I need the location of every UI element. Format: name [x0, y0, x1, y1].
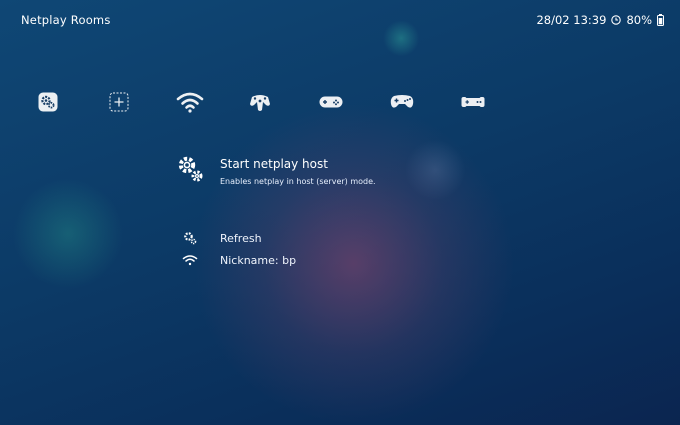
menu-item-label: Nickname: bp — [220, 253, 297, 267]
tab-snes[interactable] — [317, 88, 345, 116]
tab-add[interactable] — [105, 88, 133, 116]
tab-netplay[interactable] — [176, 88, 204, 116]
wifi-icon — [176, 92, 204, 113]
tab-nes[interactable] — [459, 88, 487, 116]
wifi-icon — [182, 253, 198, 267]
snes-controller-icon — [319, 96, 343, 108]
menu-item-label: Start netplay host — [220, 157, 328, 171]
gears-icon — [182, 231, 198, 245]
add-icon — [109, 92, 129, 112]
status-bar: 28/02 13:39 80% — [536, 13, 664, 27]
tab-n64[interactable] — [246, 88, 274, 116]
menu-item-sublabel: Enables netplay in host (server) mode. — [220, 177, 376, 186]
battery-icon — [657, 14, 664, 26]
menu-item-text: Start netplay host Enables netplay in ho… — [220, 154, 376, 186]
menu-item-nickname[interactable]: Nickname: bp — [182, 253, 296, 267]
n64-controller-icon — [250, 95, 270, 111]
menu-item-refresh[interactable]: Refresh — [182, 231, 262, 245]
settings-icon — [38, 92, 58, 112]
page-title: Netplay Rooms — [21, 13, 111, 27]
clock-icon — [611, 15, 622, 25]
datetime: 28/02 13:39 — [536, 13, 607, 27]
tab-genesis[interactable] — [388, 88, 416, 116]
menu-item-label: Refresh — [220, 231, 262, 245]
battery-level: 80% — [626, 13, 652, 27]
gears-icon — [176, 154, 204, 184]
tab-settings[interactable] — [34, 88, 62, 116]
menu-item-start-host[interactable]: Start netplay host Enables netplay in ho… — [176, 154, 376, 186]
nes-controller-icon — [461, 97, 485, 107]
main-tab-bar — [0, 88, 680, 116]
genesis-controller-icon — [390, 95, 414, 108]
